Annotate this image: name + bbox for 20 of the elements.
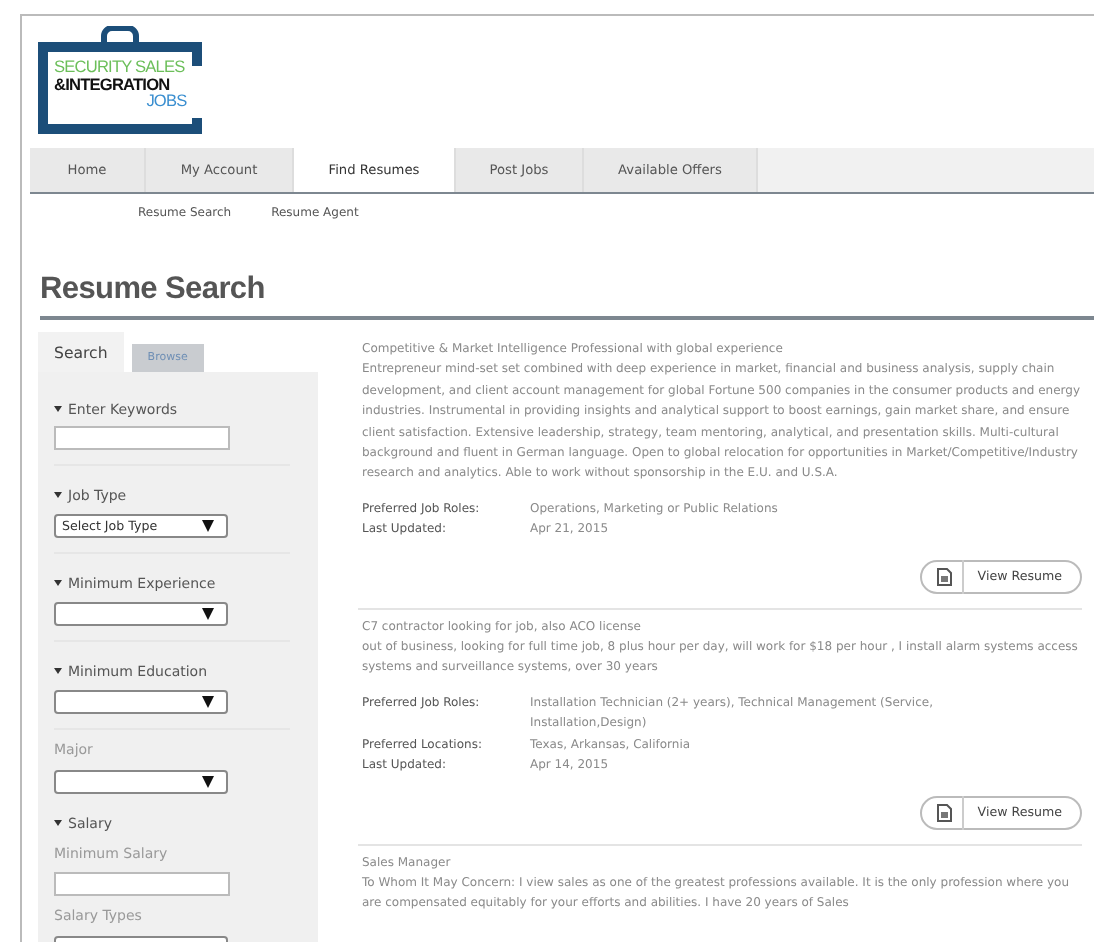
expand-triangle-icon <box>54 820 62 826</box>
dropdown[interactable] <box>54 770 228 794</box>
expand-triangle-icon <box>54 580 62 586</box>
dropdown-caret-icon <box>202 776 214 788</box>
document-icon <box>935 803 952 821</box>
text-field[interactable] <box>54 872 230 896</box>
expand-triangle-icon <box>54 406 62 412</box>
dropdown[interactable] <box>54 690 228 714</box>
page-title: Resume Search <box>40 272 267 308</box>
logo-text: SECURITY SALES <box>54 58 185 75</box>
dropdown[interactable] <box>54 602 228 626</box>
dropdown-caret-icon <box>202 520 214 532</box>
logo-text: JOBS <box>146 92 187 109</box>
document-icon <box>935 567 952 586</box>
dropdown-caret-icon <box>202 608 214 620</box>
expand-triangle-icon <box>54 492 62 498</box>
text-field[interactable] <box>54 426 230 450</box>
logo-text: &INTEGRATION <box>54 75 172 92</box>
dropdown-caret-icon <box>202 696 214 708</box>
expand-triangle-icon <box>54 668 62 674</box>
